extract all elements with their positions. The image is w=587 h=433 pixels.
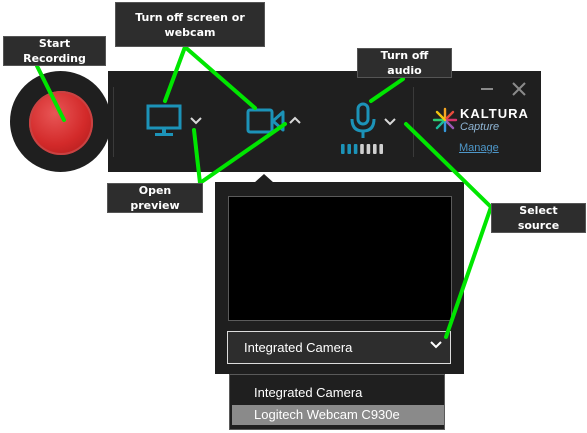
monitor-icon[interactable]	[146, 104, 182, 138]
callout-turn-off-audio: Turn off audio	[357, 48, 452, 78]
source-select-value: Integrated Camera	[244, 340, 353, 355]
start-recording-button[interactable]	[29, 91, 93, 155]
audio-level-bar	[360, 144, 364, 154]
webcam-preview	[228, 196, 452, 321]
audio-level-bar	[353, 144, 358, 154]
callout-open-preview: Open preview	[107, 183, 203, 213]
source-select[interactable]: Integrated Camera	[227, 331, 451, 364]
callout-select-source: Select source	[491, 203, 586, 233]
source-option[interactable]: Logitech Webcam C930e	[232, 405, 444, 425]
kaltura-logo-icon	[432, 107, 458, 133]
callout-start-recording: Start Recording	[3, 36, 106, 66]
chevron-up-icon[interactable]	[289, 116, 301, 124]
audio-level-bar	[366, 144, 371, 154]
minimize-icon[interactable]	[480, 84, 494, 94]
source-dropdown: Integrated Camera Logitech Webcam C930e	[229, 374, 445, 430]
manage-link[interactable]: Manage	[459, 142, 499, 154]
audio-level-meter	[341, 144, 383, 154]
audio-level-bar	[347, 144, 351, 154]
close-icon[interactable]	[512, 82, 526, 96]
chevron-down-icon	[430, 341, 442, 349]
audio-level-bar	[379, 144, 383, 154]
audio-level-bar	[373, 144, 377, 154]
brand-name: KALTURA	[460, 106, 529, 121]
webcam-icon[interactable]	[246, 107, 286, 135]
audio-level-bar	[341, 144, 345, 154]
chevron-down-icon[interactable]	[384, 118, 396, 126]
toolbar-divider	[413, 87, 414, 157]
microphone-icon[interactable]	[348, 102, 378, 140]
chevron-down-icon[interactable]	[190, 117, 202, 125]
brand-product: Capture	[460, 121, 500, 133]
source-option[interactable]: Integrated Camera	[232, 383, 444, 403]
toolbar-divider	[113, 87, 114, 157]
callout-turn-off-screen: Turn off screen or webcam	[115, 2, 265, 47]
